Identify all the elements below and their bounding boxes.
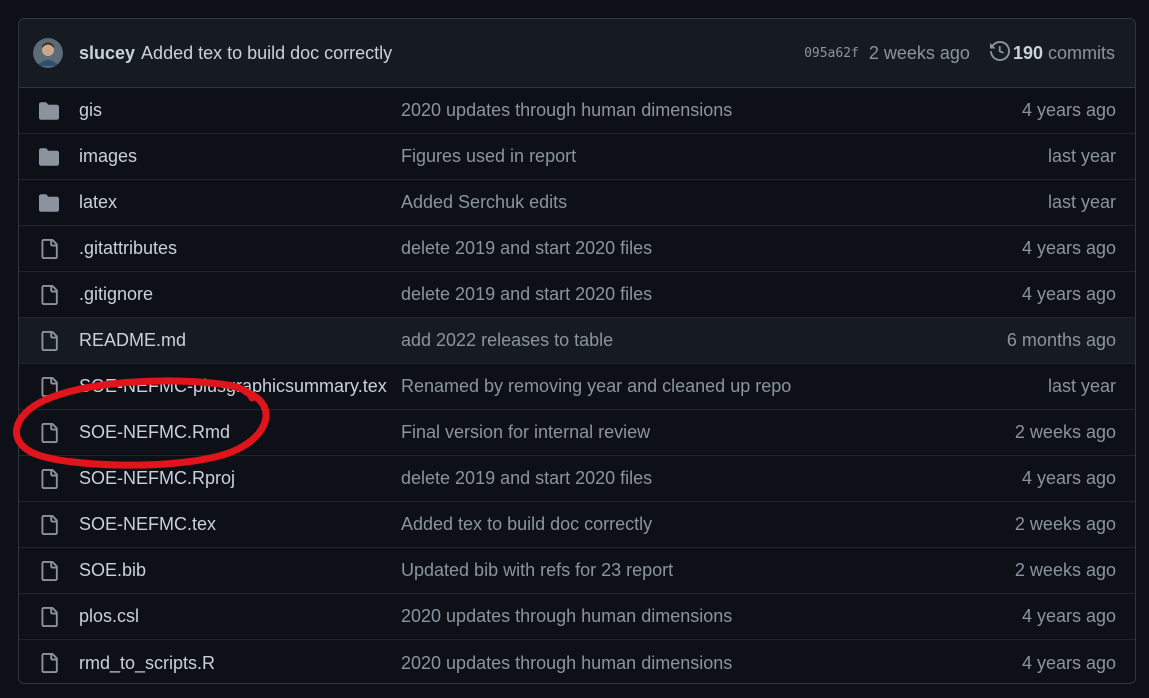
file-commit-time: 2 weeks ago (1014, 560, 1116, 580)
file-row[interactable]: gis 2020 updates through human dimensions… (19, 88, 1135, 134)
file-commit-message[interactable]: add 2022 releases to table (401, 330, 613, 351)
file-commit-message[interactable]: 2020 updates through human dimensions (401, 653, 732, 674)
file-icon (38, 652, 60, 674)
file-row[interactable]: images Figures used in report last year (19, 134, 1135, 180)
history-icon (989, 40, 1010, 66)
commit-meta: 095a62f 2 weeks ago 190 commits (804, 40, 1115, 66)
file-row[interactable]: rmd_to_scripts.R 2020 updates through hum… (19, 640, 1135, 683)
file-name-link[interactable]: SOE-NEFMC.tex (79, 514, 216, 535)
folder-icon (38, 100, 60, 122)
file-commit-time: 4 years ago (1021, 606, 1116, 626)
file-row[interactable]: README.md add 2022 releases to table 6 mon… (19, 318, 1135, 364)
file-commit-message[interactable]: delete 2019 and start 2020 files (401, 284, 652, 305)
file-commit-message[interactable]: Figures used in report (401, 146, 576, 167)
file-commit-message[interactable]: Updated bib with refs for 23 report (401, 560, 673, 581)
file-row[interactable]: SOE-NEFMC.Rproj delete 2019 and start 202… (19, 456, 1135, 502)
file-name-link[interactable]: SOE-NEFMC-plusgraphicsummary.tex (79, 376, 387, 397)
commit-author[interactable]: slucey (79, 43, 135, 64)
file-commit-message[interactable]: delete 2019 and start 2020 files (401, 238, 652, 259)
file-name-link[interactable]: plos.csl (79, 606, 139, 627)
file-icon (38, 284, 60, 306)
file-row[interactable]: SOE-NEFMC-plusgraphicsummary.tex Renamed … (19, 364, 1135, 410)
file-name-link[interactable]: gis (79, 100, 102, 121)
commit-time: 2 weeks ago (868, 42, 970, 63)
file-name-link[interactable]: .gitignore (79, 284, 153, 305)
file-name-link[interactable]: latex (79, 192, 117, 213)
commit-count: 190 (1012, 42, 1043, 63)
file-row[interactable]: .gitattributes delete 2019 and start 2020… (19, 226, 1135, 272)
file-icon (38, 560, 60, 582)
file-commit-message[interactable]: Added tex to build doc correctly (401, 514, 652, 535)
file-browser: slucey Added tex to build doc correctly … (18, 18, 1136, 684)
file-name-link[interactable]: rmd_to_scripts.R (79, 653, 215, 674)
file-commit-time: 4 years ago (1021, 100, 1116, 120)
file-commit-message[interactable]: delete 2019 and start 2020 files (401, 468, 652, 489)
file-name-link[interactable]: SOE-NEFMC.Rproj (79, 468, 235, 489)
file-name-link[interactable]: .gitattributes (79, 238, 177, 259)
file-commit-message[interactable]: Final version for internal review (401, 422, 650, 443)
file-row[interactable]: SOE-NEFMC.Rmd Final version for internal … (19, 410, 1135, 456)
folder-icon (38, 146, 60, 168)
commit-sha[interactable]: 095a62f (804, 46, 859, 61)
file-icon (38, 330, 60, 352)
file-name-link[interactable]: SOE-NEFMC.Rmd (79, 422, 230, 443)
commits-link[interactable]: 190 commits (989, 40, 1115, 66)
file-commit-time: 2 weeks ago (1014, 422, 1116, 442)
author-avatar[interactable] (33, 38, 63, 68)
file-name-link[interactable]: README.md (79, 330, 186, 351)
file-list: gis 2020 updates through human dimensions… (19, 88, 1135, 683)
folder-icon (38, 192, 60, 214)
file-row[interactable]: SOE-NEFMC.tex Added tex to build doc corr… (19, 502, 1135, 548)
file-commit-message[interactable]: Renamed by removing year and cleaned up … (401, 376, 791, 397)
file-commit-time: 4 years ago (1021, 284, 1116, 304)
file-row[interactable]: plos.csl 2020 updates through human dimen… (19, 594, 1135, 640)
file-icon (38, 422, 60, 444)
file-icon (38, 238, 60, 260)
file-icon (38, 468, 60, 490)
file-commit-time: 6 months ago (1006, 330, 1116, 350)
file-name-link[interactable]: images (79, 146, 137, 167)
file-row[interactable]: .gitignore delete 2019 and start 2020 fil… (19, 272, 1135, 318)
file-commit-time: 4 years ago (1021, 652, 1116, 673)
file-commit-time: last year (1047, 146, 1116, 166)
file-commit-message[interactable]: 2020 updates through human dimensions (401, 606, 732, 627)
file-icon (38, 376, 60, 398)
file-commit-message[interactable]: 2020 updates through human dimensions (401, 100, 732, 121)
file-name-link[interactable]: SOE.bib (79, 560, 146, 581)
file-row[interactable]: SOE.bib Updated bib with refs for 23 repo… (19, 548, 1135, 594)
file-commit-message[interactable]: Added Serchuk edits (401, 192, 567, 213)
file-icon (38, 514, 60, 536)
file-commit-time: last year (1047, 192, 1116, 212)
commits-label: commits (1048, 42, 1115, 63)
commit-message[interactable]: Added tex to build doc correctly (141, 43, 392, 64)
file-commit-time: 4 years ago (1021, 468, 1116, 488)
latest-commit-bar: slucey Added tex to build doc correctly … (19, 19, 1135, 88)
file-commit-time: last year (1047, 376, 1116, 396)
file-commit-time: 2 weeks ago (1014, 514, 1116, 534)
file-commit-time: 4 years ago (1021, 238, 1116, 258)
file-row[interactable]: latex Added Serchuk edits last year (19, 180, 1135, 226)
file-icon (38, 606, 60, 628)
